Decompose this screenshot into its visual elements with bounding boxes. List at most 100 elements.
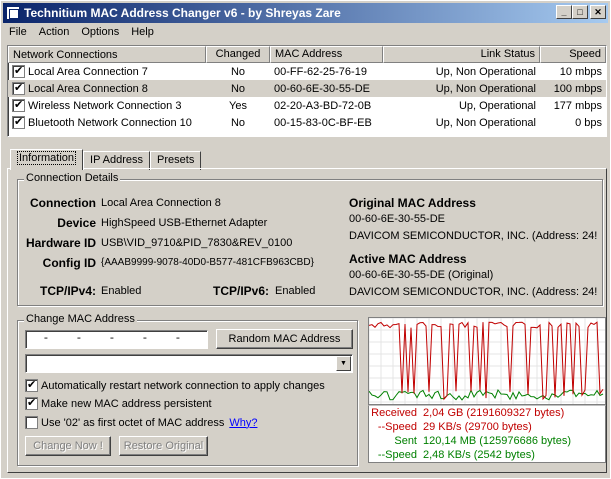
menu-bar: File Action Options Help — [3, 24, 160, 42]
column-mac-address[interactable]: MAC Address — [270, 46, 383, 63]
mac-cell: 02-20-A3-BD-72-0B — [274, 99, 372, 112]
minimize-button[interactable]: _ — [556, 5, 572, 19]
status-cell: Up, Non Operational — [435, 65, 536, 78]
original-mac-value: 00-60-6E-30-55-DE — [349, 213, 445, 225]
menu-options[interactable]: Options — [75, 24, 125, 42]
sent-row: Sent 120,14 MB (125976686 bytes) — [369, 434, 605, 448]
traffic-stats: Received 2,04 GB (2191609327 bytes) --Sp… — [368, 405, 606, 463]
connection-name-cell: Bluetooth Network Connection 10 — [8, 116, 206, 129]
table-row[interactable]: Bluetooth Network Connection 10 No 00-15-8… — [8, 114, 606, 131]
active-mac-value: 00-60-6E-30-55-DE (Original) — [349, 269, 494, 281]
use-02-label: Use '02' as first octet of MAC address — [41, 416, 225, 429]
list-header: Network Connections Changed MAC Address … — [8, 46, 606, 63]
row-checkbox[interactable] — [12, 82, 25, 95]
tab-information[interactable]: Information — [10, 149, 84, 170]
device-value: HighSpeed USB-Ethernet Adapter — [101, 217, 268, 229]
restore-original-button[interactable]: Restore Original — [119, 436, 208, 456]
speed-cell: 10 mbps — [559, 65, 602, 78]
column-link-status[interactable]: Link Status — [383, 46, 540, 63]
change-now-button[interactable]: Change Now ! — [25, 436, 111, 456]
status-cell: Up, Non Operational — [435, 82, 536, 95]
connection-name-cell: Local Area Connection 7 — [8, 65, 206, 78]
restart-connection-checkbox[interactable]: Automatically restart network connection… — [25, 378, 325, 392]
connection-name-cell: Local Area Connection 8 — [8, 82, 206, 95]
speed-cell: 0 bps — [575, 116, 602, 129]
connection-details-title: Connection Details — [24, 172, 121, 184]
changed-cell: No — [230, 116, 246, 129]
traffic-graph-svg — [369, 318, 605, 404]
column-changed[interactable]: Changed — [206, 46, 270, 63]
mac-cell: 00-15-83-0C-BF-EB — [274, 116, 372, 129]
window-title: Technitium MAC Address Changer v6 - by S… — [24, 6, 341, 20]
active-vendor: DAVICOM SEMICONDUCTOR, INC. (Address: 24… — [349, 286, 598, 298]
chevron-down-icon[interactable]: ▼ — [336, 356, 351, 371]
menu-file[interactable]: File — [3, 24, 33, 42]
table-row[interactable]: Local Area Connection 7 No 00-FF-62-25-76-… — [8, 63, 606, 80]
tab-strip: Information IP Address Presets — [10, 149, 202, 170]
hardware-id-value: USB\VID_9710&PID_7830&REV_0100 — [101, 237, 293, 249]
received-speed-row: --Speed 29 KB/s (29700 bytes) — [369, 420, 605, 434]
tcpipv4-value: Enabled — [101, 285, 142, 297]
connection-name: Local Area Connection 8 — [28, 82, 148, 95]
column-network-connections[interactable]: Network Connections — [8, 46, 206, 63]
app-icon — [6, 6, 20, 20]
connection-label: Connection — [30, 196, 96, 210]
tcpipv4-label: TCP/IPv4: — [39, 284, 96, 298]
status-cell: Up, Operational — [458, 99, 536, 112]
sent-value: 120,14 MB (125976686 bytes) — [423, 435, 571, 447]
sent-speed-row: --Speed 2,48 KB/s (2542 bytes) — [369, 448, 605, 462]
connection-name-cell: Wireless Network Connection 3 — [8, 99, 206, 112]
table-row[interactable]: Wireless Network Connection 3 Yes 02-20-A3… — [8, 97, 606, 114]
config-id-label: Config ID — [42, 256, 96, 270]
sent-label: Sent — [394, 435, 417, 447]
row-checkbox[interactable] — [12, 65, 25, 78]
received-row: Received 2,04 GB (2191609327 bytes) — [369, 406, 605, 420]
main-window: Technitium MAC Address Changer v6 - by S… — [0, 0, 611, 479]
restart-label: Automatically restart network connection… — [41, 379, 325, 392]
config-id-value: {AAAB9999-9078-40D0-B577-481CFB963CBD} — [101, 257, 314, 268]
row-checkbox[interactable] — [12, 99, 25, 112]
sent-speed-label: --Speed — [377, 449, 417, 461]
menu-help[interactable]: Help — [125, 24, 160, 42]
table-row[interactable]: Local Area Connection 8 No 00-60-6E-30-55-… — [8, 80, 606, 97]
connection-name: Bluetooth Network Connection 10 — [28, 116, 192, 129]
random-mac-button[interactable]: Random MAC Address — [216, 329, 353, 349]
received-speed-value: 29 KB/s (29700 bytes) — [423, 421, 532, 433]
status-cell: Up, Non Operational — [435, 116, 536, 129]
mac-cell: 00-60-6E-30-55-DE — [274, 82, 370, 95]
sent-speed-value: 2,48 KB/s (2542 bytes) — [423, 449, 535, 461]
changed-cell: Yes — [229, 99, 247, 112]
use-02-checkbox[interactable]: Use '02' as first octet of MAC address W… — [25, 416, 257, 429]
device-label: Device — [57, 216, 96, 230]
change-mac-title: Change MAC Address — [24, 313, 137, 325]
traffic-graph — [368, 317, 606, 405]
speed-cell: 100 mbps — [553, 82, 602, 95]
vendor-combo[interactable]: ▼ — [25, 354, 353, 373]
original-mac-title: Original MAC Address — [349, 196, 476, 210]
changed-cell: No — [230, 82, 246, 95]
title-bar[interactable]: Technitium MAC Address Changer v6 - by S… — [3, 3, 608, 23]
persistent-check[interactable] — [25, 396, 38, 410]
connections-list[interactable]: Network Connections Changed MAC Address … — [7, 45, 607, 137]
received-label: Received — [371, 407, 417, 419]
restart-check[interactable] — [25, 378, 38, 392]
why-link[interactable]: Why? — [229, 417, 257, 429]
column-speed[interactable]: Speed — [540, 46, 606, 63]
close-button[interactable]: ✕ — [590, 5, 606, 19]
changed-cell: No — [230, 65, 246, 78]
row-checkbox[interactable] — [12, 116, 25, 129]
persistent-checkbox[interactable]: Make new MAC address persistent — [25, 396, 212, 410]
connection-name: Local Area Connection 7 — [28, 65, 148, 78]
tcpipv6-label: TCP/IPv6: — [212, 284, 269, 298]
persistent-label: Make new MAC address persistent — [41, 397, 212, 410]
mac-cell: 00-FF-62-25-76-19 — [274, 65, 367, 78]
maximize-button[interactable]: □ — [572, 5, 588, 19]
hardware-id-label: Hardware ID — [25, 236, 96, 250]
use-02-check[interactable] — [25, 416, 38, 429]
menu-action[interactable]: Action — [33, 24, 76, 42]
tcpipv6-value: Enabled — [275, 285, 316, 297]
mac-address-input[interactable]: - - - - - — [25, 330, 208, 349]
original-vendor: DAVICOM SEMICONDUCTOR, INC. (Address: 24… — [349, 230, 598, 242]
connection-value: Local Area Connection 8 — [101, 197, 221, 209]
active-mac-title: Active MAC Address — [349, 252, 467, 266]
